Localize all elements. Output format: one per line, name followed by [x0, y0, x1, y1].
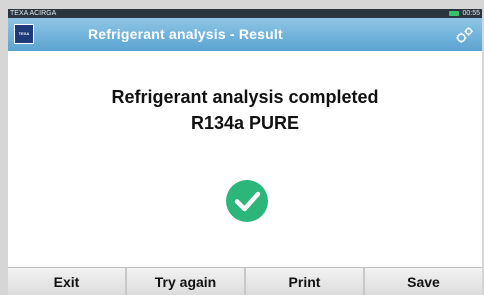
status-right: 00:55	[449, 9, 480, 18]
save-button[interactable]: Save	[365, 267, 482, 295]
try-again-button[interactable]: Try again	[127, 267, 244, 295]
battery-icon	[449, 11, 460, 16]
exit-button[interactable]: Exit	[8, 267, 125, 295]
result-panel: Refrigerant analysis completed R134a PUR…	[8, 51, 482, 267]
result-message: Refrigerant analysis completed	[111, 87, 379, 107]
status-device-label: TEXA ACIRGA	[10, 10, 57, 17]
bottom-button-bar: Exit Try again Print Save	[8, 267, 482, 295]
status-time: 00:55	[462, 10, 480, 17]
page-title: Refrigerant analysis - Result	[88, 26, 283, 42]
settings-icon[interactable]	[454, 24, 476, 46]
check-circle-icon	[226, 180, 268, 222]
print-button[interactable]: Print	[246, 267, 363, 295]
device-screen: TEXA ACIRGA 00:55 TEXA Refrigerant analy…	[8, 9, 482, 295]
status-bar: TEXA ACIRGA 00:55	[8, 9, 482, 18]
refrigerant-result: R134a PURE	[190, 113, 300, 133]
title-bar: TEXA Refrigerant analysis - Result	[8, 18, 482, 51]
brand-logo: TEXA	[14, 24, 34, 44]
